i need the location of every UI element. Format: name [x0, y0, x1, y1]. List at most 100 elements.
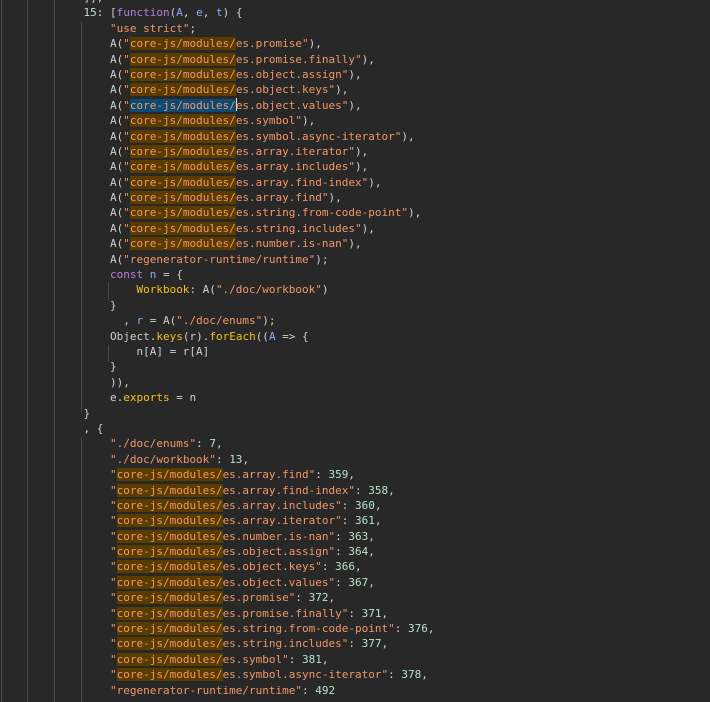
code-text: :	[341, 514, 356, 528]
code-line[interactable]: "./doc/enums": 7,	[4, 436, 435, 451]
code-text: ),	[408, 206, 422, 220]
code-line[interactable]: "core-js/modules/es.object.values": 367,	[4, 575, 435, 590]
number-token: 361	[355, 514, 375, 528]
code-line[interactable]: A("core-js/modules/es.array.find-index")…	[4, 175, 435, 190]
code-text: A(	[4, 37, 124, 51]
code-line[interactable]: A("core-js/modules/es.symbol"),	[4, 113, 435, 128]
code-line[interactable]: A("core-js/modules/es.array.includes"),	[4, 159, 435, 174]
code-line[interactable]: n[A] = r[A]	[4, 344, 435, 359]
code-line[interactable]: "use strict";	[4, 21, 435, 36]
code-line[interactable]: "./doc/workbook": 13,	[4, 452, 435, 467]
string-token: es.object.assign"	[222, 545, 336, 559]
code-text: ;	[189, 21, 197, 35]
code-line[interactable]: "core-js/modules/es.string.from-code-poi…	[4, 621, 435, 636]
property-token: exports	[123, 391, 170, 405]
string-token: "./doc/workbook"	[109, 452, 216, 466]
code-line[interactable]: Object.keys(r).forEach((A => {	[4, 329, 435, 344]
number-token: 13	[229, 452, 243, 466]
code-line[interactable]: A("core-js/modules/es.object.values"),	[4, 97, 435, 113]
code-line[interactable]: "regenerator-runtime/runtime": 492	[4, 683, 435, 698]
code-text: ,	[328, 591, 336, 605]
code-text: = A(	[143, 314, 177, 328]
string-token: "	[109, 529, 117, 543]
code-text: ),	[348, 237, 362, 251]
code-line[interactable]: , {	[4, 421, 435, 436]
code-line[interactable]: A("core-js/modules/es.string.includes"),	[4, 221, 435, 236]
string-token: "	[123, 83, 130, 97]
code-line[interactable]: A("core-js/modules/es.string.from-code-p…	[4, 205, 435, 220]
code-line[interactable]: A("core-js/modules/es.array.iterator"),	[4, 144, 435, 159]
code-line[interactable]: A("core-js/modules/es.symbol.async-itera…	[4, 129, 435, 144]
string-token: "	[123, 129, 130, 143]
code-text: );	[315, 252, 329, 266]
code-line[interactable]: A("core-js/modules/es.object.keys"),	[4, 82, 435, 97]
code-text: ),	[348, 98, 362, 112]
string-token: es.array.includes"	[222, 498, 342, 512]
code-text: :	[321, 560, 336, 574]
code-line[interactable]: "core-js/modules/es.string.includes": 37…	[4, 636, 435, 651]
code-text: n[A] = r[A]	[4, 344, 210, 358]
code-line[interactable]: "core-js/modules/es.symbol.async-iterato…	[4, 667, 435, 682]
code-line[interactable]: "core-js/modules/es.promise.finally": 37…	[4, 606, 435, 621]
code-line[interactable]: "core-js/modules/es.promise": 372,	[4, 590, 435, 605]
code-text: ),	[302, 114, 316, 128]
code-line[interactable]: "core-js/modules/es.array.iterator": 361…	[4, 513, 435, 528]
code-line[interactable]: "core-js/modules/es.symbol": 381,	[4, 652, 435, 667]
code-line[interactable]: e.exports = n	[4, 390, 435, 405]
code-text: = n	[169, 391, 197, 405]
number-token: 366	[335, 560, 356, 574]
string-token: "	[109, 622, 117, 636]
source-code[interactable]: ]], 15: [function(A, e, t) { "use strict…	[4, 0, 435, 698]
search-match: core-js/modules/	[129, 83, 236, 97]
string-token: "regenerator-runtime/runtime"	[109, 683, 303, 697]
code-text: ,	[368, 575, 375, 589]
code-line[interactable]: "core-js/modules/es.number.is-nan": 363,	[4, 529, 435, 544]
code-line[interactable]: "core-js/modules/es.object.assign": 364,	[4, 544, 435, 559]
search-match: core-js/modules/	[129, 129, 236, 143]
code-text: ((	[255, 329, 269, 343]
number-token: 381	[302, 652, 322, 666]
string-token: es.promise"	[222, 591, 296, 605]
code-line[interactable]: A("core-js/modules/es.promise"),	[4, 36, 435, 51]
code-line[interactable]: A("regenerator-runtime/runtime");	[4, 252, 435, 267]
search-match: core-js/modules/	[116, 622, 223, 636]
code-line[interactable]: }	[4, 406, 435, 421]
string-token: "	[123, 160, 130, 174]
string-token: "	[123, 175, 130, 189]
code-text: :	[341, 498, 356, 512]
code-text: A(	[4, 175, 124, 189]
code-line[interactable]: const n = {	[4, 267, 435, 282]
string-token: "	[109, 498, 117, 512]
code-line[interactable]: "core-js/modules/es.array.find": 359,	[4, 467, 435, 482]
string-token: "	[109, 514, 117, 528]
code-text: ,	[202, 6, 216, 20]
code-line[interactable]: }	[4, 298, 435, 313]
code-line[interactable]: "core-js/modules/es.object.keys": 366,	[4, 559, 435, 574]
string-token: es.object.values"	[222, 575, 336, 589]
code-line[interactable]: A("core-js/modules/es.number.is-nan"),	[4, 236, 435, 251]
search-match: core-js/modules/	[116, 483, 223, 497]
code-line[interactable]: A("core-js/modules/es.object.assign"),	[4, 67, 435, 82]
code-line[interactable]: Workbook: A("./doc/workbook")	[4, 282, 435, 297]
code-line[interactable]: 15: [function(A, e, t) {	[4, 5, 435, 20]
code-line[interactable]: , r = A("./doc/enums");	[4, 313, 435, 328]
code-text: :	[315, 468, 329, 482]
search-match: core-js/modules/	[129, 191, 236, 205]
code-line[interactable]: A("core-js/modules/es.array.find"),	[4, 190, 435, 205]
code-text: A(	[4, 144, 124, 158]
code-line[interactable]: }	[4, 359, 435, 374]
code-line[interactable]: "core-js/modules/es.array.includes": 360…	[4, 498, 435, 513]
string-token: "	[123, 237, 130, 251]
string-token: "	[123, 144, 130, 158]
code-line[interactable]: "core-js/modules/es.array.find-index": 3…	[4, 483, 435, 498]
code-line[interactable]: )),	[4, 375, 435, 390]
code-line[interactable]: A("core-js/modules/es.promise.finally"),	[4, 52, 435, 67]
